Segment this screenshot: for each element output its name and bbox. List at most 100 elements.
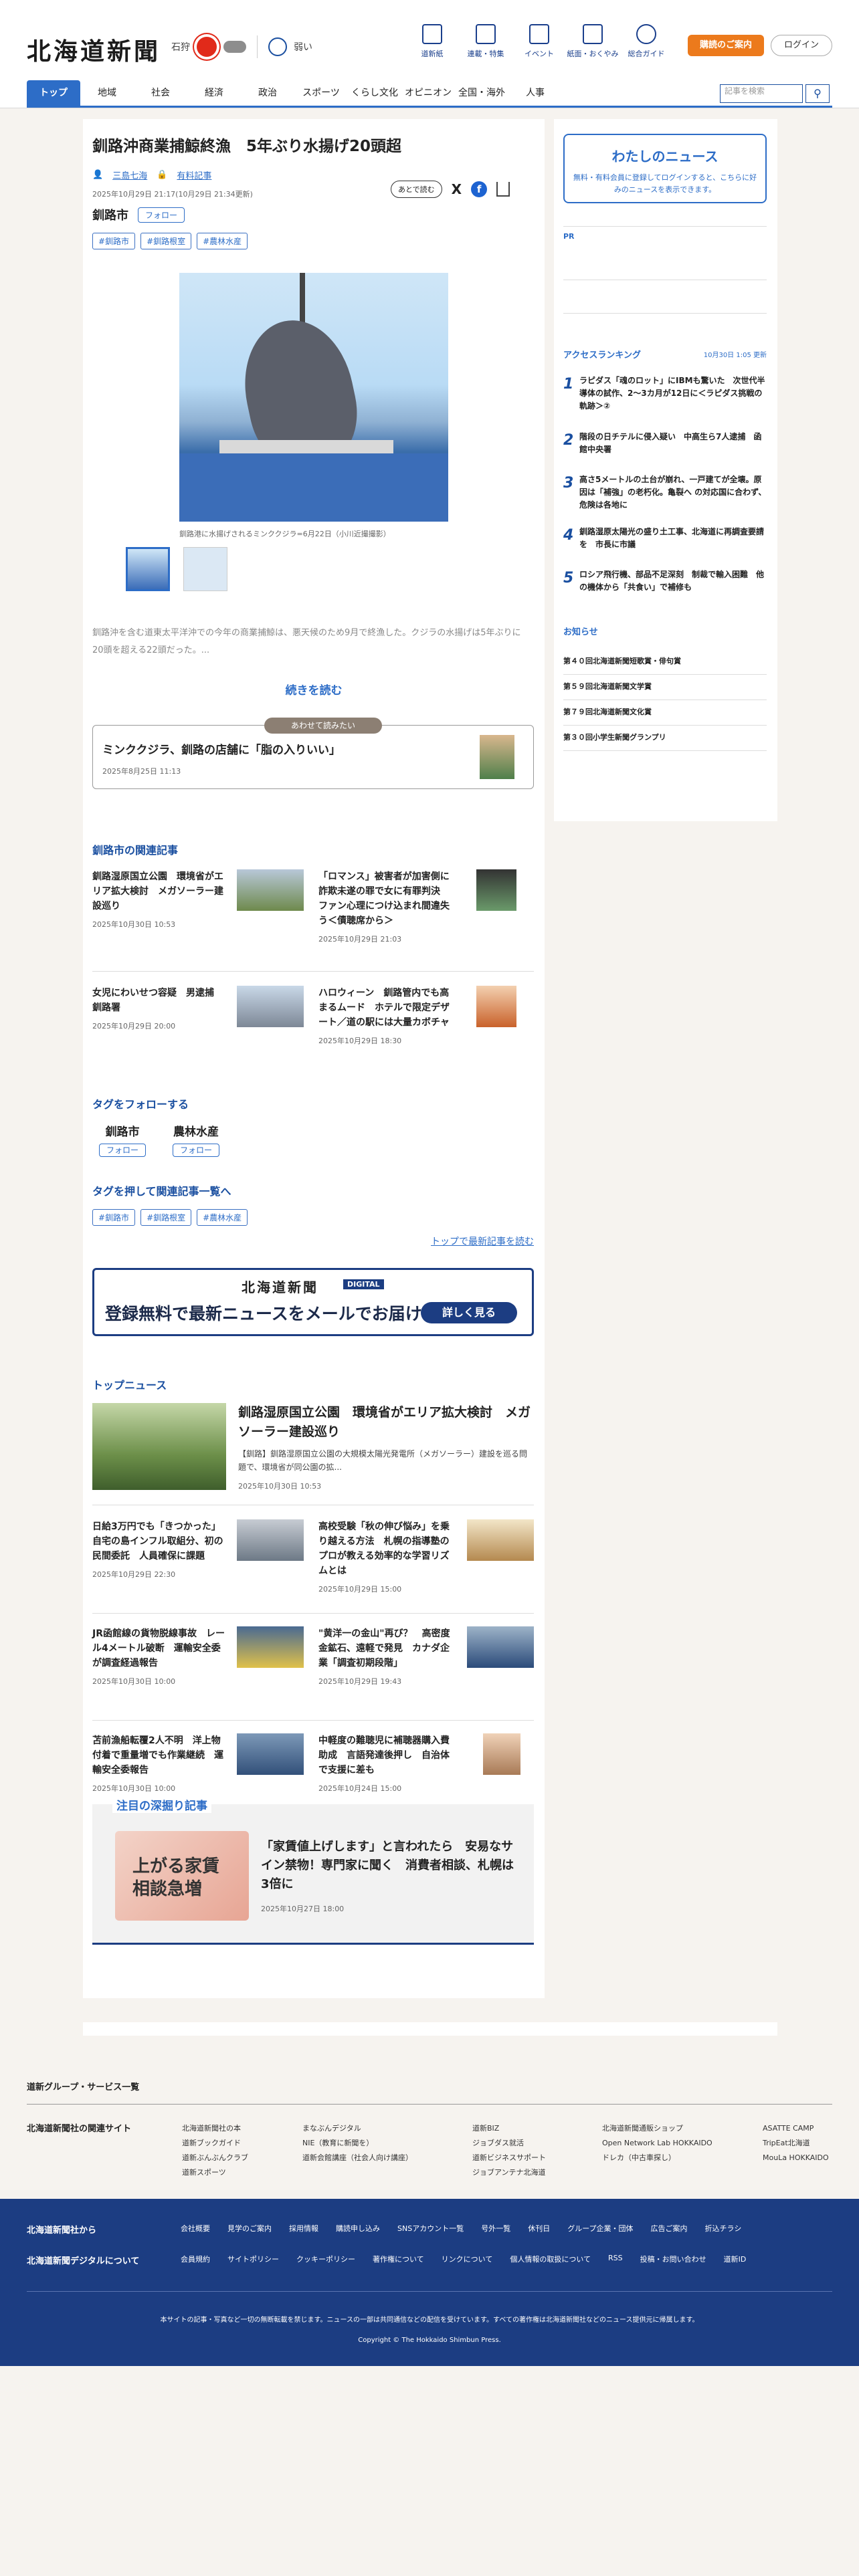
footer-link[interactable]: ASATTE CAMP [763, 2121, 829, 2136]
notice-item[interactable]: 第７９回北海道新聞文化賞 [563, 706, 767, 726]
photo-thumb[interactable] [183, 547, 227, 591]
banner-detail-button[interactable]: 詳しく見る [421, 1302, 517, 1323]
tag-link[interactable]: #釧路根室 [140, 1209, 192, 1226]
nav-politics[interactable]: 政治 [241, 80, 294, 106]
login-button[interactable]: ログイン [771, 35, 832, 56]
follow-button[interactable]: フォロー [173, 1144, 220, 1157]
subscribe-button[interactable]: 購読のご案内 [688, 35, 764, 56]
site-logo[interactable]: 北海道新聞 [27, 32, 161, 67]
deep-dive-card[interactable]: 注目の深掘り記事 上がる家賃相談急増 「家賃値上げします」と言われたら 安易なサ… [92, 1796, 534, 1945]
footer-link[interactable]: 道新会館講座（社会人向け講座） [302, 2151, 413, 2165]
footer-link[interactable]: MouLa HOKKAIDO [763, 2151, 829, 2165]
tool-obituary[interactable]: 紙面・おくやみ [566, 24, 619, 59]
footer-link[interactable]: まなぶんデジタル [302, 2121, 413, 2136]
nav-world[interactable]: 全国・海外 [455, 80, 508, 106]
facebook-share-icon[interactable]: f [471, 181, 488, 197]
search-input[interactable]: 記事を検索 [720, 84, 803, 103]
tag-link[interactable]: #農林水産 [197, 1209, 248, 1226]
weather-widget[interactable]: 石狩 弱い [171, 32, 312, 62]
author-link[interactable]: 三島七海 [112, 169, 147, 181]
top-news-item[interactable]: "黄洋一の金山"再び？ 高密度金鉱石、遠軽で発見 カナダ企業「調査初期段階」 2… [318, 1626, 534, 1687]
share-icon[interactable] [496, 182, 510, 197]
footer-link[interactable]: グループ企業・団体 [567, 2223, 633, 2234]
recommend-card[interactable]: あわせて読みたい ミンククジラ、釧路の店舗に「脂の入りいい」 2025年8月25… [92, 718, 534, 789]
top-news-item[interactable]: 苫前漁船転覆2人不明 洋上物付着で重量増でも作業継続 運輸安全委報告 2025年… [92, 1733, 308, 1794]
nav-personnel[interactable]: 人事 [508, 80, 562, 106]
nav-sports[interactable]: スポーツ [294, 80, 348, 106]
tool-paper[interactable]: 道新紙 [405, 24, 459, 59]
footer-link[interactable]: 道新スポーツ [182, 2165, 248, 2180]
tool-series[interactable]: 連載・特集 [459, 24, 512, 59]
tool-guide[interactable]: 総合ガイド [619, 24, 673, 59]
footer-link[interactable]: 道新ID [724, 2254, 747, 2264]
footer-link[interactable]: 見学のご案内 [227, 2223, 272, 2234]
latest-link[interactable]: トップで最新記事を読む [83, 1235, 534, 1248]
footer-link[interactable]: 会員規約 [181, 2254, 210, 2264]
footer-link[interactable]: 個人情報の取扱について [510, 2254, 591, 2264]
related-item[interactable]: 「ロマンス」被害者が加害側に 詐欺未遂の罪で女に有罪判決 ファン心理につけ込まれ… [318, 869, 534, 944]
notice-item[interactable]: 第４０回北海道新聞短歌賞・俳句賞 [563, 655, 767, 675]
footer-link[interactable]: 著作権について [373, 2254, 424, 2264]
footer-link[interactable]: 会社概要 [181, 2223, 210, 2234]
footer-link[interactable]: リンクについて [442, 2254, 493, 2264]
footer-link[interactable]: 道新ぶんぶんクラブ [182, 2151, 248, 2165]
tag-link[interactable]: #釧路根室 [140, 233, 192, 249]
related-item[interactable]: ハロウィーン 釧路管内でも高まるムード ホテルで限定デザート／道の駅には大量カボ… [318, 986, 534, 1046]
footer-link[interactable]: Open Network Lab HOKKAIDO [602, 2136, 712, 2151]
footer-link[interactable]: 道新ブックガイド [182, 2136, 248, 2151]
notice-item[interactable]: 第５９回北海道新聞文学賞 [563, 681, 767, 700]
top-news-item[interactable]: JR函館線の貨物脱線事故 レール4メートル破断 運輸安全委が調査経過報告 202… [92, 1626, 308, 1687]
notice-heading[interactable]: お知らせ [563, 625, 598, 637]
footer-link[interactable]: 広告ご案内 [651, 2223, 688, 2234]
follow-button[interactable]: フォロー [99, 1144, 147, 1157]
footer-link[interactable]: 休刊日 [528, 2223, 550, 2234]
ranking-item[interactable]: 1 ラピダス「魂のロット」にIBMも驚いた 次世代半導体の試作、2〜3カ月が12日… [563, 374, 767, 413]
footer-link[interactable]: 投稿・お問い合わせ [640, 2254, 706, 2264]
nav-society[interactable]: 社会 [134, 80, 187, 106]
nav-top[interactable]: トップ [27, 80, 80, 106]
footer-link[interactable]: 北海道新聞社の本 [182, 2121, 248, 2136]
footer-link[interactable]: ジョブアンテナ北海道 [472, 2165, 546, 2180]
footer-link[interactable]: 道新ビジネスサポート [472, 2151, 546, 2165]
my-news-box[interactable]: わたしのニュース 無料・有料会員に登録してログインすると、こちらに好みのニュース… [563, 134, 767, 203]
footer-link[interactable]: 号外一覧 [481, 2223, 510, 2234]
footer-link[interactable]: ジョブダス就活 [472, 2136, 546, 2151]
tag-link[interactable]: #釧路市 [92, 233, 136, 249]
ranking-item[interactable]: 3 高さ5メートルの土台が崩れ、一戸建てが全壊。原因は「補強」の老朽化。亀裂へ の… [563, 473, 767, 512]
read-later-button[interactable]: あとで読む [391, 181, 442, 198]
follow-city-button[interactable]: フォロー [138, 207, 185, 223]
footer-link[interactable]: 折込チラシ [705, 2223, 742, 2234]
paid-badge[interactable]: 有料記事 [177, 169, 211, 181]
ranking-item[interactable]: 5 ロシア飛行機、部品不足深刻 制裁で輸入困難 他の機体から「共食い」で補修も [563, 568, 767, 594]
nav-opinion[interactable]: オピニオン [401, 80, 455, 106]
read-more-link[interactable]: 続きを読む [83, 681, 545, 697]
nav-economy[interactable]: 経済 [187, 80, 241, 106]
top-news-item[interactable]: 日給3万円でも「きつかった」 自宅の島インフル取組分、初の民間委託 人員確保に課… [92, 1519, 308, 1580]
newsletter-banner[interactable]: 北海道新聞 DIGITAL 登録無料で最新ニュースをメールでお届け 詳しく見る [92, 1268, 534, 1336]
footer-link[interactable]: クッキーポリシー [296, 2254, 355, 2264]
article-photo[interactable] [179, 273, 448, 522]
related-item[interactable]: 女児にわいせつ容疑 男逮捕 釧路署 2025年10月29日 20:00 [92, 986, 308, 1031]
search-icon[interactable]: ⚲ [805, 84, 830, 103]
group-services-link[interactable]: 道新グループ・サービス一覧 [27, 2080, 139, 2092]
ranking-item[interactable]: 2 階段の日チテルに侵入疑い 中高生ら7人逮捕 函館中央署 [563, 431, 767, 456]
footer-link[interactable]: NIE（教育に新聞を） [302, 2136, 413, 2151]
top-news-item[interactable]: 高校受験「秋の伸び悩み」を乗り越える方法 札幌の指導塾のプロが教える効率的な学習… [318, 1519, 534, 1594]
nav-culture[interactable]: くらし文化 [348, 80, 401, 106]
footer-link[interactable]: 購読申し込み [336, 2223, 380, 2234]
footer-link[interactable]: 採用情報 [289, 2223, 318, 2234]
footer-link[interactable]: RSS [608, 2254, 623, 2264]
tag-link[interactable]: #釧路市 [92, 1209, 136, 1226]
top-news-lead[interactable]: 釧路湿原国立公園 環境省がエリア拡大検討 メガソーラー建設巡り 【釧路】釧路湿原… [92, 1403, 534, 1497]
nav-region[interactable]: 地域 [80, 80, 134, 106]
footer-link[interactable]: ドレカ（中古車探し） [602, 2151, 712, 2165]
footer-link[interactable]: 北海道新聞通販ショップ [602, 2121, 712, 2136]
notice-item[interactable]: 第３０回小学生新聞グランプリ [563, 732, 767, 751]
top-news-item[interactable]: 中軽度の難聴児に補聴器購入費助成 言語発達後押し 自治体で支援に差も 2025年… [318, 1733, 534, 1794]
photo-thumb[interactable] [126, 547, 170, 591]
footer-link[interactable]: 道新BIZ [472, 2121, 546, 2136]
ranking-heading[interactable]: アクセスランキング [563, 350, 641, 360]
footer-link[interactable]: SNSアカウント一覧 [397, 2223, 464, 2234]
footer-link[interactable]: サイトポリシー [227, 2254, 279, 2264]
ranking-item[interactable]: 4 釧路湿原太陽光の盛り土工事、北海道に再調査要請を 市長に市議 [563, 526, 767, 551]
